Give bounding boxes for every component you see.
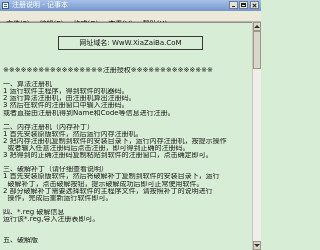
maximize-button[interactable] — [239, 1, 248, 9]
close-button[interactable] — [250, 1, 259, 9]
text-line: 或者直接由注册机得到Name和Code等信息进行注册。 — [3, 109, 175, 117]
scroll-up-button[interactable] — [253, 22, 261, 31]
section-heading: 四、*.reg 破解信息 — [3, 208, 65, 216]
text-line: 2 部分破解补丁需要选择软件的主程序文件，请按照补丁的说明进行 — [3, 187, 213, 195]
arrow-down-icon — [254, 244, 260, 247]
window-title: 注册说明 - 记事本 — [12, 1, 68, 9]
scroll-thumb[interactable] — [253, 31, 261, 69]
text-line: 3 把得到的正确注册码复制粘贴到软件的注册窗口，点击确定即可。 — [3, 152, 213, 160]
maximize-icon — [241, 3, 246, 7]
scroll-down-button[interactable] — [253, 241, 261, 250]
text-line: 或者输入任意注册码后点击注册，即可得到正确的注册码。 — [3, 145, 190, 153]
site-banner: 网址域名: WwW.XiaZaiBa.CoM — [58, 36, 203, 50]
text-line: 1 首先安装原版软件，然后运行内存注册机。 — [3, 130, 143, 138]
text-line: 2 把内存注册机复制到软件的安装目录下，运行内存注册机，按提示操作 — [3, 137, 227, 145]
close-icon — [251, 2, 258, 8]
text-editor[interactable]: 网址域名: WwW.XiaZaiBa.CoM ※※※※※※※※※※※※※※※※※… — [0, 22, 252, 250]
section-heading: 五、破解版 — [3, 237, 38, 245]
minimize-icon — [232, 6, 235, 7]
banner-area: 网址域名: WwW.XiaZaiBa.CoM — [3, 26, 252, 56]
arrow-up-icon — [254, 25, 260, 28]
text-line: 3 然后在软件的注册窗口中输入注册码。 — [3, 102, 129, 110]
notepad-icon[interactable] — [2, 2, 9, 9]
divider-line: ※※※※※※※※※※※※※※※※※注册授权※※※※※※※※※※※※※※ — [3, 67, 213, 74]
title-bar[interactable]: 注册说明 - 记事本 — [0, 0, 261, 11]
notepad-window: 注册说明 - 记事本 文件(F)编辑(E)格式(O)查看(V)帮助(H) 网址域… — [0, 0, 261, 250]
section-heading: 一、算法注册机 — [3, 81, 52, 89]
text-line: 破解补丁，点击破解按钮，提示破解成功后即可正常使用软件。 — [3, 180, 204, 188]
text-line: 2 运行算法注册机，由注册机算出注册码。 — [3, 95, 136, 103]
text-line: 1 运行软件主程序，得到软件的机器码。 — [3, 88, 129, 96]
section-heading: 二、内存注册机（内存补丁） — [3, 123, 94, 131]
menu-bar: 文件(F)编辑(E)格式(O)查看(V)帮助(H) — [0, 11, 261, 28]
document-content: 网址域名: WwW.XiaZaiBa.CoM ※※※※※※※※※※※※※※※※※… — [0, 23, 252, 244]
section-heading: 三、破解补丁（请仔细查看说明） — [3, 166, 108, 174]
text-line: 操作，完成后重新运行软件即可。 — [3, 194, 113, 202]
text-line: 运行该*.reg,导入注册表即可。 — [3, 215, 100, 223]
vertical-scrollbar[interactable] — [252, 22, 261, 250]
blank-space — [3, 56, 252, 67]
text-line: 1 首先安装原版软件，然后将破解补丁复制到软件的安装目录下，运行 — [3, 173, 220, 181]
minimize-button[interactable] — [229, 1, 238, 9]
